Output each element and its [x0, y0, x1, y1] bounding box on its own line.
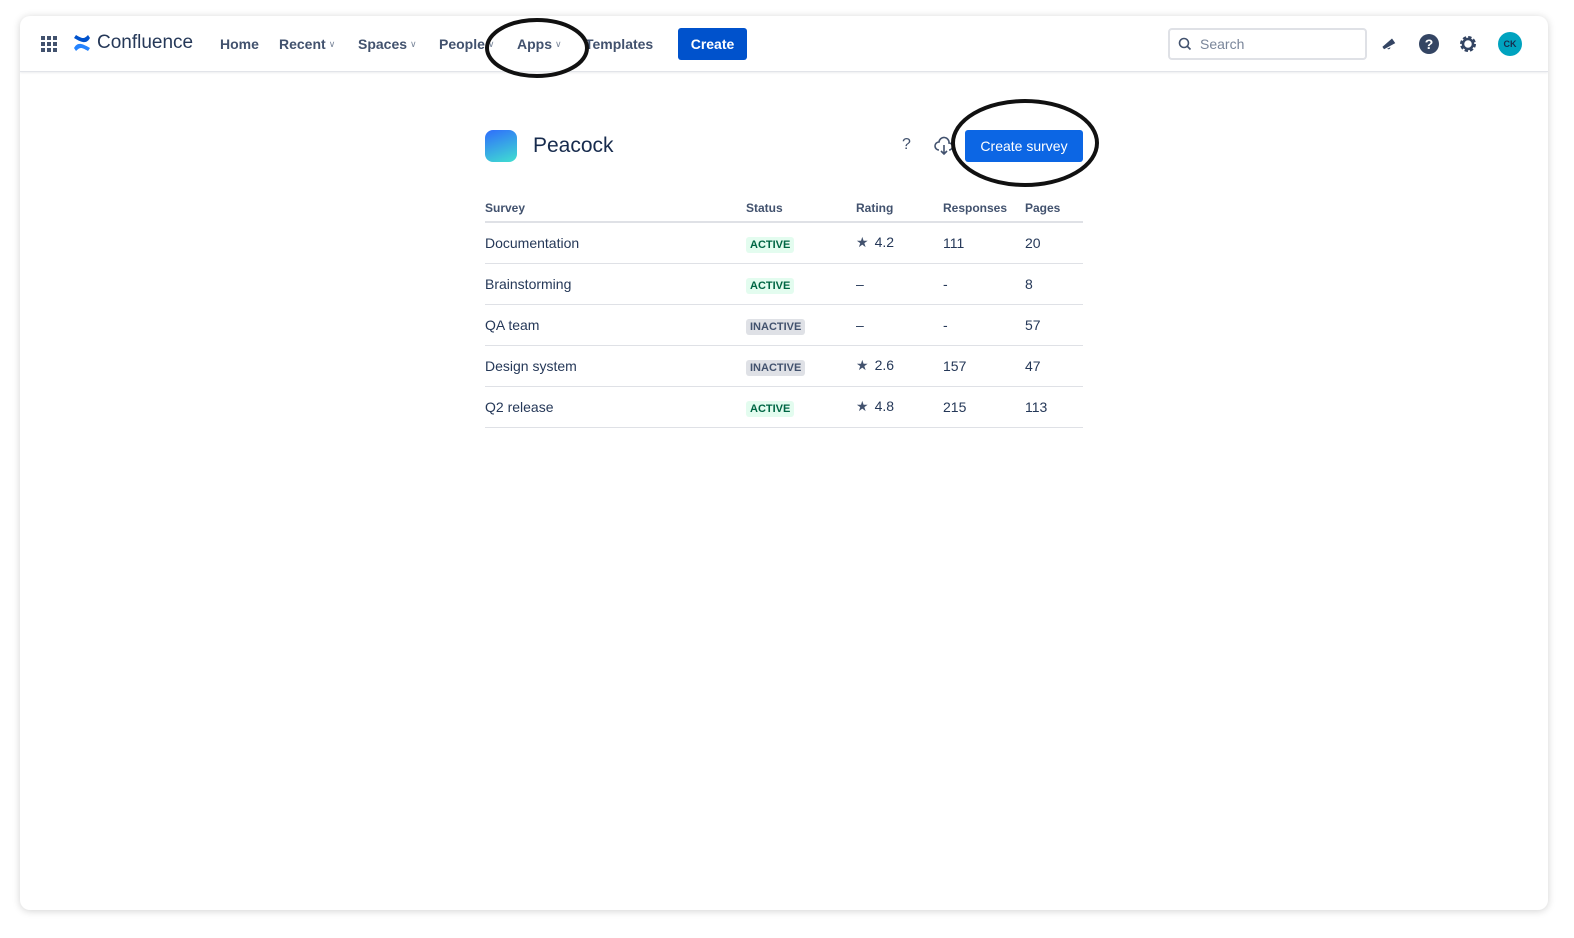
pages-cell: 113: [1025, 386, 1083, 428]
survey-name[interactable]: Documentation: [485, 222, 746, 264]
responses-cell: 215: [943, 386, 1025, 428]
peacock-logo: [485, 130, 517, 162]
status-badge: INACTIVE: [746, 359, 806, 376]
rating-value: –: [856, 316, 864, 333]
column-status[interactable]: Status: [746, 194, 856, 223]
survey-name[interactable]: Brainstorming: [485, 263, 746, 305]
avatar[interactable]: CK: [1498, 32, 1522, 56]
nav-templates[interactable]: Templates: [585, 36, 653, 52]
nav-home[interactable]: Home: [220, 36, 259, 52]
app-window: Confluence Home Recent ∨ Spaces ∨ People ∨ …: [20, 16, 1548, 910]
nav-recent[interactable]: Recent ∨: [279, 36, 335, 52]
search-icon: [1178, 37, 1192, 51]
survey-name[interactable]: Q2 release: [485, 386, 746, 428]
status-badge: ACTIVE: [746, 277, 795, 294]
rating-cell: ★ 4.8: [856, 386, 943, 428]
pages-cell: 57: [1025, 304, 1083, 346]
help-button[interactable]: ?: [902, 136, 911, 154]
pages-cell: 20: [1025, 222, 1083, 264]
column-responses[interactable]: Responses: [943, 194, 1025, 223]
app-switcher-icon[interactable]: [41, 36, 57, 52]
product-name: Confluence: [97, 32, 194, 53]
nav-label: Home: [220, 36, 259, 52]
confluence-logo[interactable]: Confluence: [72, 32, 193, 54]
status-cell: ACTIVE: [746, 386, 856, 428]
table-row[interactable]: Documentation ACTIVE ★ 4.2 111 20: [485, 222, 1083, 264]
table-header: Survey Status Rating Responses Pages: [485, 194, 1083, 223]
pages-cell: 47: [1025, 345, 1083, 387]
settings-icon[interactable]: [1456, 32, 1480, 56]
column-rating[interactable]: Rating: [856, 194, 943, 223]
rating-cell: ★ 4.2: [856, 222, 943, 264]
survey-name[interactable]: Design system: [485, 345, 746, 387]
star-icon: ★: [856, 357, 869, 373]
pages-cell: 8: [1025, 263, 1083, 305]
svg-text:?: ?: [1425, 36, 1434, 52]
rating-value: 4.8: [874, 398, 895, 414]
status-badge: INACTIVE: [746, 318, 806, 335]
status-badge: ACTIVE: [746, 236, 795, 253]
nav-spaces[interactable]: Spaces ∨: [358, 36, 417, 52]
chevron-down-icon: ∨: [410, 38, 417, 49]
rating-value: 4.2: [874, 234, 895, 251]
chevron-down-icon: ∨: [487, 38, 495, 49]
rating-cell: –: [856, 263, 943, 305]
nav-people[interactable]: People ∨: [439, 36, 495, 52]
responses-cell: -: [943, 263, 1025, 305]
nav-label: People: [439, 36, 485, 52]
responses-cell: 111: [943, 222, 1025, 264]
create-survey-button[interactable]: Create survey: [965, 130, 1083, 162]
create-button[interactable]: Create: [678, 28, 747, 60]
confluence-icon: [74, 35, 90, 51]
surveys-table: Survey Status Rating Responses Pages Doc…: [485, 194, 1083, 428]
notifications-icon[interactable]: [1377, 32, 1401, 56]
star-icon: ★: [856, 234, 869, 251]
nav-label: Templates: [585, 36, 654, 52]
rating-cell: –: [856, 304, 943, 346]
table-row[interactable]: QA team INACTIVE – - 57: [485, 304, 1083, 346]
chevron-down-icon: ∨: [555, 38, 562, 49]
table-row[interactable]: Q2 release ACTIVE ★ 4.8 215 113: [485, 386, 1083, 428]
page-title: Peacock: [533, 134, 614, 157]
nav-label: Recent: [279, 36, 326, 52]
nav-apps[interactable]: Apps ∨: [517, 36, 562, 52]
status-cell: ACTIVE: [746, 222, 856, 264]
search-placeholder: Search: [1200, 36, 1245, 52]
column-survey[interactable]: Survey: [485, 194, 746, 223]
status-cell: INACTIVE: [746, 304, 856, 346]
table-row[interactable]: Brainstorming ACTIVE – - 8: [485, 263, 1083, 305]
nav-label: Spaces: [358, 36, 408, 52]
top-navigation: Confluence Home Recent ∨ Spaces ∨ People ∨ …: [20, 16, 1548, 72]
responses-cell: -: [943, 304, 1025, 346]
star-icon: ★: [856, 398, 869, 414]
nav-label: Apps: [517, 36, 552, 52]
chevron-down-icon: ∨: [328, 38, 336, 49]
search-input[interactable]: Search: [1168, 28, 1367, 60]
status-badge: ACTIVE: [746, 400, 795, 417]
help-icon[interactable]: ?: [1417, 32, 1441, 56]
responses-cell: 157: [943, 345, 1025, 387]
rating-cell: ★ 2.6: [856, 345, 943, 387]
survey-name[interactable]: QA team: [485, 304, 746, 346]
rating-value: –: [856, 275, 864, 292]
table-row[interactable]: Design system INACTIVE ★ 2.6 157 47: [485, 345, 1083, 387]
status-cell: ACTIVE: [746, 263, 856, 305]
status-cell: INACTIVE: [746, 345, 856, 387]
cloud-download-icon[interactable]: [933, 136, 955, 161]
column-pages[interactable]: Pages: [1025, 194, 1083, 223]
rating-value: 2.6: [874, 357, 895, 373]
